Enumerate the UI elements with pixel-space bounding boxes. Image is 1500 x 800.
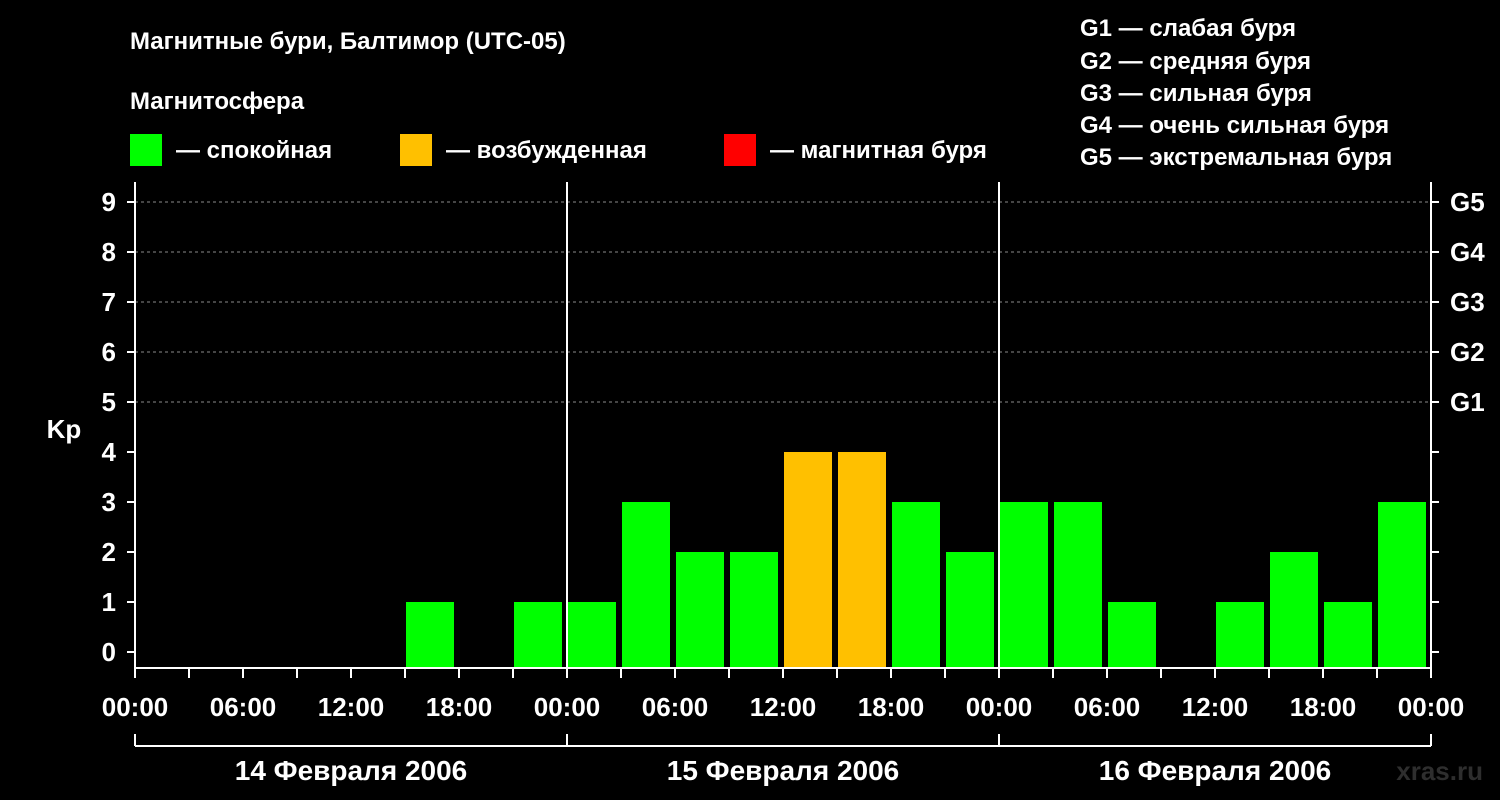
storm-legend-g1: G1 — слабая буря xyxy=(1080,15,1296,42)
watermark: xras.ru xyxy=(1396,756,1483,786)
y-tick-label: 8 xyxy=(102,237,116,267)
y-tick-label: 0 xyxy=(102,637,116,667)
legend-swatch-active xyxy=(400,134,432,166)
y-tick-label: 5 xyxy=(102,387,116,417)
y-axis-label: Kp xyxy=(47,414,82,444)
kp-bar xyxy=(1216,602,1264,668)
kp-bar xyxy=(730,552,778,668)
legend-label-storm: — магнитная буря xyxy=(770,137,987,164)
legend-swatch-storm xyxy=(724,134,756,166)
kp-bar xyxy=(946,552,994,668)
y-tick-labels: 0 1 2 3 4 5 6 7 8 9 xyxy=(102,187,117,667)
kp-bar xyxy=(838,452,886,668)
legend-title: Магнитосфера xyxy=(130,88,305,115)
x-tick-label: 18:00 xyxy=(858,692,925,722)
grid xyxy=(135,201,1431,403)
x-tick-label: 18:00 xyxy=(426,692,493,722)
x-tick-label: 00:00 xyxy=(102,692,169,722)
x-tick-label: 18:00 xyxy=(1290,692,1357,722)
x-tick-label: 12:00 xyxy=(1182,692,1249,722)
storm-level-label: G1 xyxy=(1450,387,1485,417)
x-tick-label: 12:00 xyxy=(318,692,385,722)
day-label: 15 Февраля 2006 xyxy=(667,755,899,786)
y-tick-label: 6 xyxy=(102,337,116,367)
x-tick-label: 06:00 xyxy=(1074,692,1141,722)
kp-bar xyxy=(1000,502,1048,668)
x-tick-label: 06:00 xyxy=(210,692,277,722)
y-tick-label: 4 xyxy=(102,437,117,467)
legend-label-quiet: — спокойная xyxy=(176,137,332,164)
bars xyxy=(406,452,1426,668)
x-tick-labels: 00:00 06:00 12:00 18:00 00:00 06:00 12:00 18:00… xyxy=(102,692,1465,722)
chart-title: Магнитные бури, Балтимор (UTC-05) xyxy=(130,28,566,55)
kp-bar xyxy=(622,502,670,668)
day-label: 14 Февраля 2006 xyxy=(235,755,467,786)
storm-legend-g4: G4 — очень сильная буря xyxy=(1080,112,1389,139)
y-tick-label: 1 xyxy=(102,587,116,617)
x-tick-label: 00:00 xyxy=(534,692,601,722)
kp-bar xyxy=(1378,502,1426,668)
storm-level-label: G2 xyxy=(1450,337,1485,367)
kp-bar xyxy=(676,552,724,668)
storm-level-label: G4 xyxy=(1450,237,1485,267)
kp-bar xyxy=(1270,552,1318,668)
kp-bar xyxy=(514,602,562,668)
storm-legend-g2: G2 — средняя буря xyxy=(1080,48,1311,75)
x-tick-label: 06:00 xyxy=(642,692,709,722)
kp-chart: Магнитные бури, Балтимор (UTC-05) Магнит… xyxy=(47,15,1486,786)
kp-bar xyxy=(1324,602,1372,668)
storm-level-legend: G1 — слабая буря G2 — средняя буря G3 — … xyxy=(1080,15,1392,171)
kp-bar xyxy=(406,602,454,668)
y-tick-label: 2 xyxy=(102,537,116,567)
legend-label-active: — возбужденная xyxy=(446,137,647,164)
y-tick-label: 9 xyxy=(102,187,116,217)
kp-bar xyxy=(784,452,832,668)
y-tick-label: 7 xyxy=(102,287,116,317)
x-tick-label: 12:00 xyxy=(750,692,817,722)
y-tick-label: 3 xyxy=(102,487,116,517)
kp-bar xyxy=(1108,602,1156,668)
storm-legend-g3: G3 — сильная буря xyxy=(1080,80,1312,107)
legend-swatch-quiet xyxy=(130,134,162,166)
kp-bar xyxy=(568,602,616,668)
day-label: 16 Февраля 2006 xyxy=(1099,755,1331,786)
x-tick-label: 00:00 xyxy=(1398,692,1465,722)
storm-level-label: G5 xyxy=(1450,187,1485,217)
kp-bar xyxy=(1054,502,1102,668)
x-tick-label: 00:00 xyxy=(966,692,1033,722)
storm-level-labels: G1 G2 G3 G4 G5 xyxy=(1450,187,1485,417)
storm-level-label: G3 xyxy=(1450,287,1485,317)
day-labels: 14 Февраля 2006 15 Февраля 2006 16 Февраля… xyxy=(235,755,1331,786)
kp-bar xyxy=(892,502,940,668)
storm-legend-g5: G5 — экстремальная буря xyxy=(1080,144,1392,171)
legend: — спокойная — возбужденная — магнитная б… xyxy=(130,134,987,166)
